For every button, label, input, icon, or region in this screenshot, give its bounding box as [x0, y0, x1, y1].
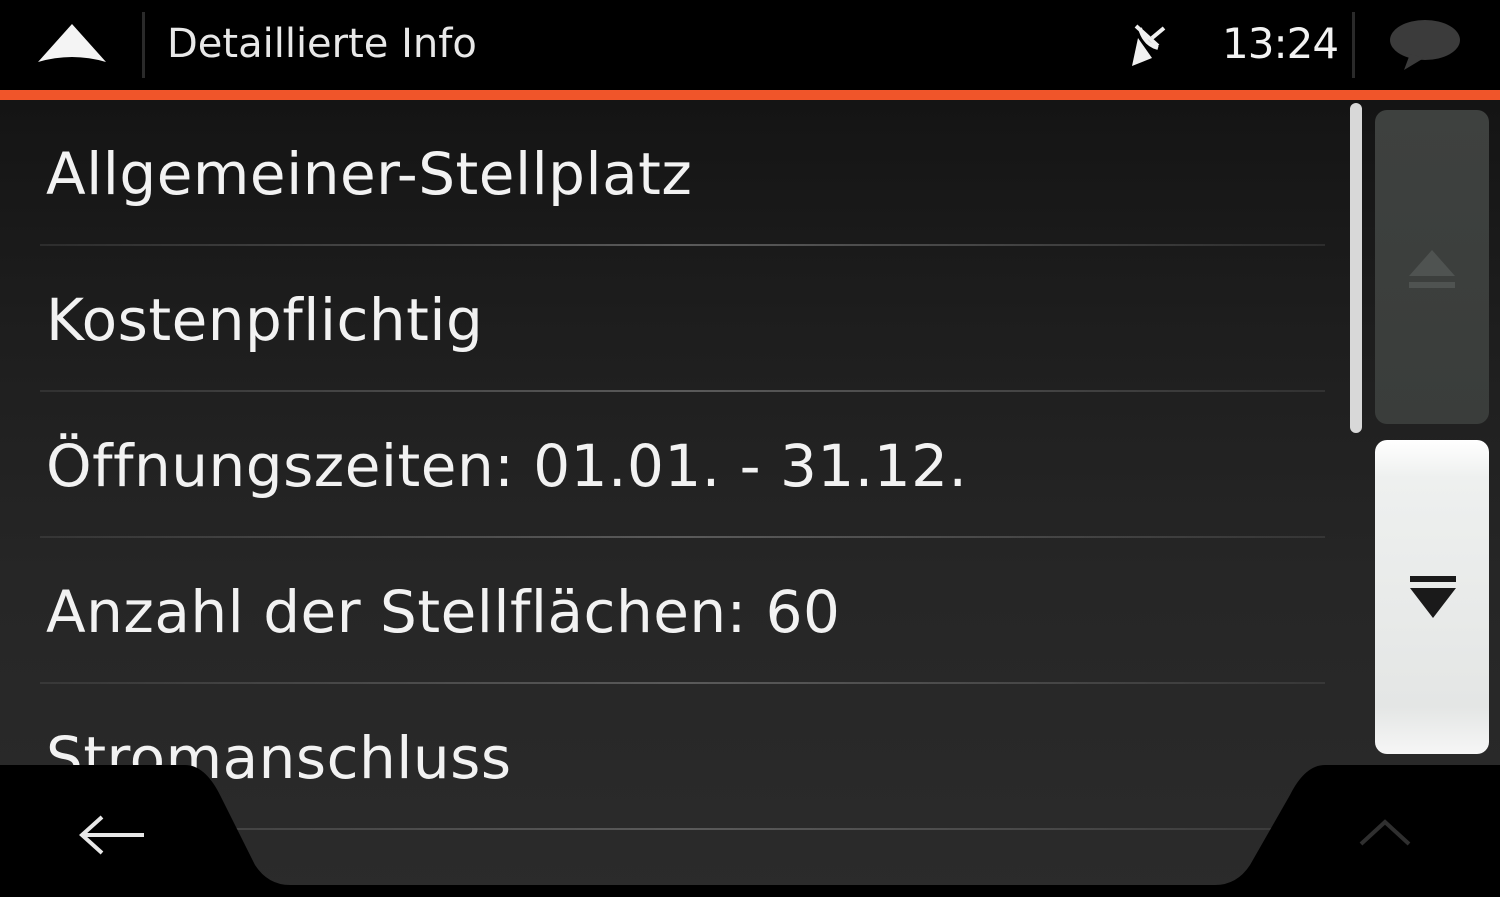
- navigation-arrow-icon: [38, 24, 106, 62]
- detail-info-screen: Detaillierte Info 13:24 Allgemeiner-Stel…: [0, 0, 1500, 897]
- header-separator: [1352, 12, 1355, 78]
- scroll-down-button[interactable]: [1375, 440, 1489, 754]
- bottom-bar-shape: [0, 765, 1500, 897]
- scroll-up-icon: [1409, 250, 1455, 288]
- bottom-bar: [0, 765, 1500, 897]
- header-separator: [142, 12, 145, 78]
- list-item-label: Öffnungszeiten: 01.01. - 31.12.: [46, 432, 968, 500]
- list-item-label: Anzahl der Stellflächen: 60: [46, 578, 841, 646]
- message-bubble-icon: [1390, 20, 1460, 70]
- scrollbar-thumb[interactable]: [1350, 103, 1362, 433]
- messages-button[interactable]: [1358, 0, 1500, 90]
- list-item[interactable]: Öffnungszeiten: 01.01. - 31.12.: [0, 392, 1345, 538]
- navigation-button[interactable]: [0, 0, 142, 90]
- back-button[interactable]: [40, 785, 180, 880]
- header-accent-bar: [0, 90, 1500, 100]
- expand-up-button[interactable]: [1330, 790, 1440, 880]
- list-item-label: Allgemeiner-Stellplatz: [46, 140, 693, 208]
- list-item[interactable]: Anzahl der Stellflächen: 60: [0, 538, 1345, 684]
- scroll-up-button[interactable]: [1375, 110, 1489, 424]
- scroll-down-icon: [1410, 576, 1456, 618]
- chevron-up-icon: [1359, 819, 1411, 846]
- page-title: Detaillierte Info: [167, 21, 477, 67]
- back-arrow-icon: [79, 815, 144, 855]
- gps-signal-lost-icon: [1132, 24, 1166, 66]
- clock: 13:24: [1222, 19, 1339, 68]
- list-item[interactable]: Kostenpflichtig: [0, 246, 1345, 392]
- list-item-label: Kostenpflichtig: [46, 286, 484, 354]
- list-item[interactable]: Allgemeiner-Stellplatz: [0, 100, 1345, 246]
- header-bar: Detaillierte Info 13:24: [0, 0, 1500, 90]
